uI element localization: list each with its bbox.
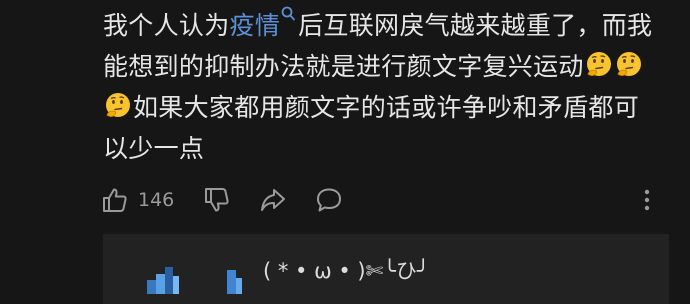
like-button[interactable]: [100, 185, 130, 215]
dislike-button[interactable]: [202, 185, 232, 215]
share-icon: [261, 189, 286, 211]
comment-line-1: 我个人认为疫情 后互联网戾气越来越重了，而我: [103, 5, 673, 46]
more-options-button[interactable]: [632, 185, 662, 215]
thumbs-down-icon: [205, 188, 229, 212]
thinking-face-icon: [616, 52, 641, 77]
comment-text-1a: 我个人认为: [103, 11, 230, 40]
comment-actions: 146: [100, 182, 670, 218]
comment-text-4: 以少一点: [103, 134, 205, 163]
reply-text: ( * • ω • )✄╰ひ╯: [263, 259, 430, 283]
comment-text-1b: 后互联网戾气越来越重了，而我: [298, 11, 653, 40]
thumbs-up-icon: [103, 188, 127, 212]
search-link-keyword[interactable]: 疫情: [230, 6, 299, 40]
thinking-face-icon: [586, 52, 611, 77]
user-avatar-pixel: [147, 267, 242, 294]
comment-text-2: 能想到的抑制办法就是进行颜文字复兴运动: [103, 52, 584, 81]
search-icon: [281, 6, 296, 21]
thinking-face-icon: [106, 93, 130, 118]
reply-preview[interactable]: ( * • ω • )✄╰ひ╯: [103, 234, 669, 304]
comment-body: 我个人认为疫情 后互联网戾气越来越重了，而我 能想到的抑制办法就是进行颜文字复兴运…: [103, 5, 673, 169]
comment-line-2: 能想到的抑制办法就是进行颜文字复兴运动: [103, 46, 673, 87]
reply-button[interactable]: [314, 185, 344, 215]
like-count: 146: [138, 189, 175, 211]
comment-bubble-icon: [317, 188, 342, 212]
more-vertical-icon: [644, 189, 650, 211]
comment-line-3: 如果大家都用颜文字的话或许争吵和矛盾都可: [103, 87, 673, 128]
comment-line-4: 以少一点: [103, 128, 673, 169]
comment-text-3: 如果大家都用颜文字的话或许争吵和矛盾都可: [133, 93, 640, 122]
share-button[interactable]: [258, 185, 288, 215]
